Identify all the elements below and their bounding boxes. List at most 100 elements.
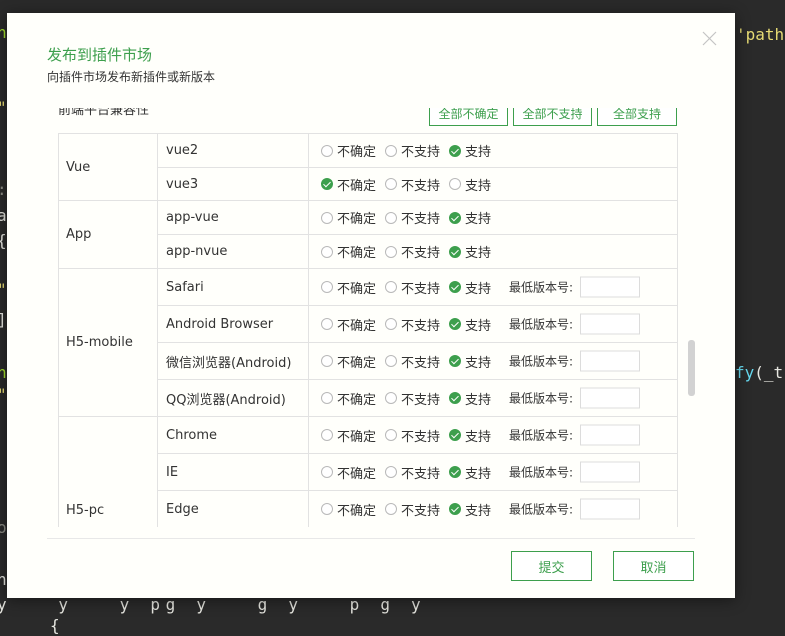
radio-option-supported[interactable]: 支持 bbox=[449, 352, 513, 371]
platform-name: vue2 bbox=[166, 143, 199, 158]
min-version-input[interactable] bbox=[580, 313, 640, 335]
radio-option-uncertain[interactable]: 不确定 bbox=[321, 463, 385, 482]
group-name: H5-mobile bbox=[66, 335, 133, 350]
radio-label: 支持 bbox=[465, 246, 492, 261]
radio-button[interactable] bbox=[449, 245, 461, 258]
platform-name: Safari bbox=[166, 279, 204, 295]
dialog-title: 发布到插件市场 bbox=[47, 46, 153, 64]
submit-button[interactable]: 提交 bbox=[511, 551, 592, 581]
radio-label: 支持 bbox=[465, 392, 492, 408]
radio-option-uncertain[interactable]: 不确定 bbox=[321, 500, 385, 519]
radio-button[interactable] bbox=[385, 355, 397, 367]
radio-button[interactable] bbox=[321, 355, 333, 367]
all-supported-button[interactable]: 全部支持 bbox=[597, 108, 677, 126]
radio-button[interactable] bbox=[321, 178, 333, 190]
radio-button[interactable] bbox=[449, 503, 461, 515]
radio-option-uncertain[interactable]: 不确定 bbox=[321, 315, 385, 334]
radio-button[interactable] bbox=[385, 503, 397, 515]
radio-button[interactable] bbox=[449, 318, 461, 330]
radio-button[interactable] bbox=[385, 392, 397, 404]
radio-option-unsupported[interactable]: 不支持 bbox=[385, 208, 449, 227]
radio-option-uncertain[interactable]: 不确定 bbox=[321, 242, 385, 261]
radio-option-supported[interactable]: 支持 bbox=[449, 463, 513, 482]
radio-option-uncertain[interactable]: 不确定 bbox=[321, 141, 385, 160]
support-cell: 不确定 不支持 支持 最低版本号: bbox=[308, 453, 678, 491]
min-version-input[interactable] bbox=[580, 498, 640, 520]
radio-label: 支持 bbox=[465, 355, 492, 371]
radio-option-supported[interactable]: 支持 bbox=[449, 278, 513, 297]
platform-cell: Safari bbox=[157, 268, 309, 306]
radio-option-uncertain[interactable]: 不确定 bbox=[321, 175, 385, 194]
all-uncertain-button[interactable]: 全部不确定 bbox=[429, 108, 508, 126]
radio-button[interactable] bbox=[449, 429, 461, 441]
radio-option-uncertain[interactable]: 不确定 bbox=[321, 352, 385, 371]
radio-button[interactable] bbox=[321, 281, 333, 293]
min-version-input[interactable] bbox=[580, 461, 640, 483]
radio-button[interactable] bbox=[385, 178, 397, 190]
radio-label: 支持 bbox=[465, 145, 492, 160]
radio-button[interactable] bbox=[449, 281, 461, 293]
radio-button[interactable] bbox=[321, 211, 333, 224]
radio-button[interactable] bbox=[449, 355, 461, 367]
radio-option-uncertain[interactable]: 不确定 bbox=[321, 208, 385, 227]
min-version-input[interactable] bbox=[580, 387, 640, 409]
radio-label: 不确定 bbox=[337, 392, 377, 408]
radio-button[interactable] bbox=[449, 144, 461, 157]
radio-button[interactable] bbox=[385, 318, 397, 330]
radio-option-unsupported[interactable]: 不支持 bbox=[385, 389, 449, 408]
min-version-label: 最低版本号: bbox=[509, 502, 574, 517]
radio-button[interactable] bbox=[449, 466, 461, 478]
support-radio-group: 不确定 不支持 支持 bbox=[309, 208, 677, 227]
radio-button[interactable] bbox=[385, 144, 397, 157]
support-cell: 不确定 不支持 支持 bbox=[308, 234, 678, 269]
radio-button[interactable] bbox=[321, 392, 333, 404]
radio-button[interactable] bbox=[321, 429, 333, 441]
radio-button[interactable] bbox=[385, 245, 397, 258]
radio-option-unsupported[interactable]: 不支持 bbox=[385, 141, 449, 160]
cancel-button[interactable]: 取消 bbox=[613, 551, 694, 581]
radio-option-unsupported[interactable]: 不支持 bbox=[385, 463, 449, 482]
radio-button[interactable] bbox=[321, 466, 333, 478]
radio-option-uncertain[interactable]: 不确定 bbox=[321, 389, 385, 408]
min-version-input[interactable] bbox=[580, 276, 640, 298]
min-version-label: 最低版本号: bbox=[509, 317, 574, 332]
min-version-input[interactable] bbox=[580, 424, 640, 446]
radio-option-supported[interactable]: 支持 bbox=[449, 141, 513, 160]
radio-button[interactable] bbox=[449, 392, 461, 404]
radio-label: 不支持 bbox=[401, 246, 441, 261]
radio-option-unsupported[interactable]: 不支持 bbox=[385, 426, 449, 445]
all-unsupported-button[interactable]: 全部不支持 bbox=[513, 108, 592, 126]
compatibility-table: Vue vue2 不确定 不支持 支持 vue3 不确定 不支持 支持 App … bbox=[58, 133, 678, 527]
radio-option-unsupported[interactable]: 不支持 bbox=[385, 242, 449, 261]
radio-button[interactable] bbox=[321, 245, 333, 258]
radio-button[interactable] bbox=[449, 178, 461, 190]
radio-option-supported[interactable]: 支持 bbox=[449, 315, 513, 334]
radio-button[interactable] bbox=[321, 318, 333, 330]
radio-option-unsupported[interactable]: 不支持 bbox=[385, 278, 449, 297]
radio-option-supported[interactable]: 支持 bbox=[449, 500, 513, 519]
min-version-input[interactable] bbox=[580, 350, 640, 372]
radio-option-supported[interactable]: 支持 bbox=[449, 175, 513, 194]
radio-option-supported[interactable]: 支持 bbox=[449, 242, 513, 261]
radio-option-unsupported[interactable]: 不支持 bbox=[385, 500, 449, 519]
scrollbar-thumb[interactable] bbox=[688, 340, 695, 396]
compat-scroll-area[interactable]: 前端平台兼容性 全部不确定 全部不支持 全部支持 Vue vue2 不确定 不支… bbox=[47, 108, 697, 527]
radio-option-supported[interactable]: 支持 bbox=[449, 426, 513, 445]
radio-button[interactable] bbox=[385, 281, 397, 293]
radio-option-uncertain[interactable]: 不确定 bbox=[321, 278, 385, 297]
platform-cell: Android Browser bbox=[157, 305, 309, 343]
radio-option-supported[interactable]: 支持 bbox=[449, 208, 513, 227]
radio-option-unsupported[interactable]: 不支持 bbox=[385, 352, 449, 371]
group-name: App bbox=[66, 227, 92, 242]
radio-option-unsupported[interactable]: 不支持 bbox=[385, 315, 449, 334]
close-icon[interactable] bbox=[702, 31, 717, 46]
radio-option-unsupported[interactable]: 不支持 bbox=[385, 175, 449, 194]
radio-option-supported[interactable]: 支持 bbox=[449, 389, 513, 408]
radio-option-uncertain[interactable]: 不确定 bbox=[321, 426, 385, 445]
radio-button[interactable] bbox=[321, 144, 333, 157]
radio-button[interactable] bbox=[321, 503, 333, 515]
radio-button[interactable] bbox=[449, 211, 461, 224]
radio-button[interactable] bbox=[385, 429, 397, 441]
radio-button[interactable] bbox=[385, 466, 397, 478]
radio-button[interactable] bbox=[385, 211, 397, 224]
